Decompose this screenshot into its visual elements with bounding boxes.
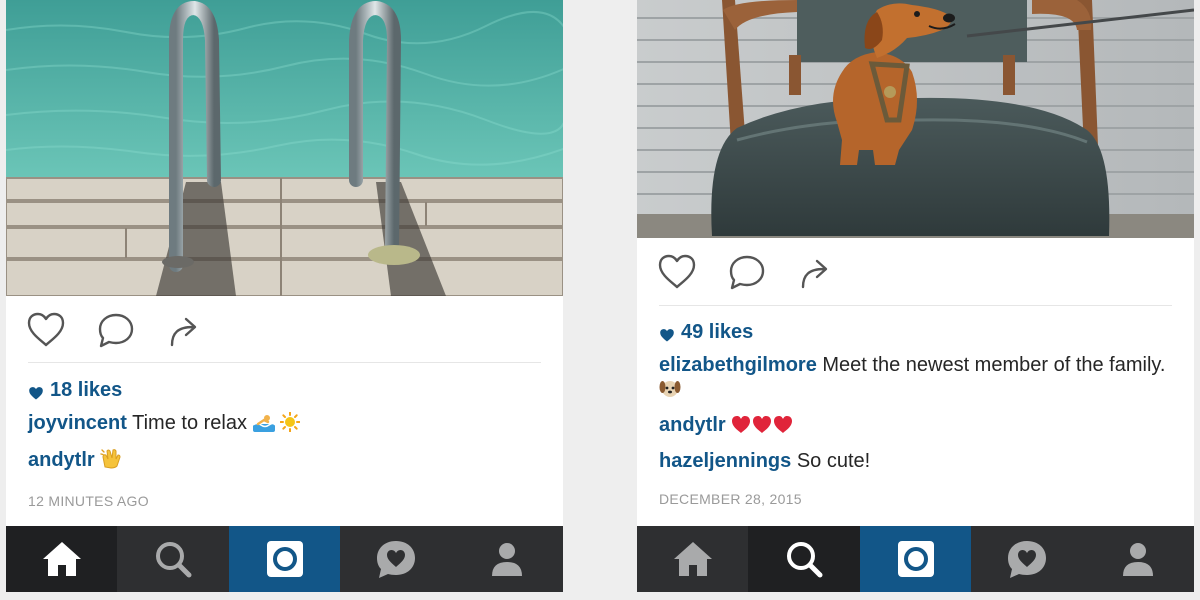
caption-row: elizabethgilmore Meet the newest member … <box>659 353 1168 404</box>
camera-icon <box>266 541 303 577</box>
camera-icon <box>897 541 934 577</box>
swimmer-emoji <box>252 412 276 438</box>
tab-activity[interactable] <box>971 526 1083 592</box>
tab-camera[interactable] <box>859 526 972 592</box>
comment-username[interactable]: andytlr <box>28 449 95 471</box>
tab-activity[interactable] <box>340 526 452 592</box>
home-icon <box>673 542 712 576</box>
comment-row: hazeljennings So cute! <box>659 449 1168 473</box>
dog-face-emoji <box>659 378 681 404</box>
caption-username[interactable]: elizabethgilmore <box>659 354 817 376</box>
tab-search[interactable] <box>748 526 860 592</box>
post-photo-dog[interactable] <box>637 0 1194 238</box>
bottom-tab-bar <box>637 526 1194 592</box>
search-icon <box>787 542 823 578</box>
small-heart-icon <box>28 383 44 399</box>
caption-row: joyvincent Time to relax <box>28 411 537 438</box>
post-details: 49 likes elizabethgilmore Meet the newes… <box>659 320 1168 511</box>
post-details: 18 likes joyvincent Time to relax andytl… <box>28 378 537 513</box>
tab-search[interactable] <box>117 526 229 592</box>
profile-icon <box>492 543 523 576</box>
comment-username[interactable]: andytlr <box>659 414 726 436</box>
post-photo-pool[interactable] <box>6 0 563 296</box>
post-timestamp: 12 MINUTES AGO <box>28 493 149 509</box>
likes-count[interactable]: 49 likes <box>659 320 1168 344</box>
post-actions <box>26 312 206 348</box>
caption-username[interactable]: joyvincent <box>28 412 127 434</box>
likes-count[interactable]: 18 likes <box>28 378 537 402</box>
feed-post-right: 49 likes elizabethgilmore Meet the newes… <box>637 0 1194 592</box>
profile-icon <box>1123 543 1154 576</box>
search-icon <box>156 542 192 578</box>
red-hearts-emoji <box>731 414 793 440</box>
small-heart-icon <box>659 325 675 341</box>
comment-row: andytlr <box>28 447 537 475</box>
like-heart-icon[interactable] <box>26 312 66 348</box>
bottom-tab-bar <box>6 526 563 592</box>
activity-heart-bubble-icon <box>1007 541 1046 578</box>
feed-post-left: 18 likes joyvincent Time to relax andytl… <box>6 0 563 592</box>
activity-heart-bubble-icon <box>376 541 415 578</box>
likes-label: 49 likes <box>681 321 754 343</box>
caption-text: Meet the newest member of the family. <box>822 354 1166 376</box>
share-arrow-icon[interactable] <box>166 312 206 348</box>
tab-home[interactable] <box>637 526 749 592</box>
comment-bubble-icon[interactable] <box>96 312 136 348</box>
comment-text: So cute! <box>796 450 871 472</box>
like-heart-icon[interactable] <box>657 254 697 290</box>
comment-bubble-icon[interactable] <box>727 254 767 290</box>
divider <box>28 362 541 363</box>
tab-profile[interactable] <box>1082 526 1194 592</box>
sun-emoji <box>279 411 301 438</box>
tab-camera[interactable] <box>228 526 341 592</box>
caption-text: Time to relax <box>132 412 247 434</box>
tab-home[interactable] <box>6 526 118 592</box>
post-actions <box>657 254 837 290</box>
clapping-hands-emoji <box>100 447 122 475</box>
divider <box>659 305 1172 306</box>
likes-label: 18 likes <box>50 379 123 401</box>
comment-row: andytlr <box>659 413 1168 440</box>
share-arrow-icon[interactable] <box>797 254 837 290</box>
comment-username[interactable]: hazeljennings <box>659 450 791 472</box>
post-timestamp: DECEMBER 28, 2015 <box>659 491 802 507</box>
tab-profile[interactable] <box>451 526 563 592</box>
home-icon <box>42 542 81 576</box>
